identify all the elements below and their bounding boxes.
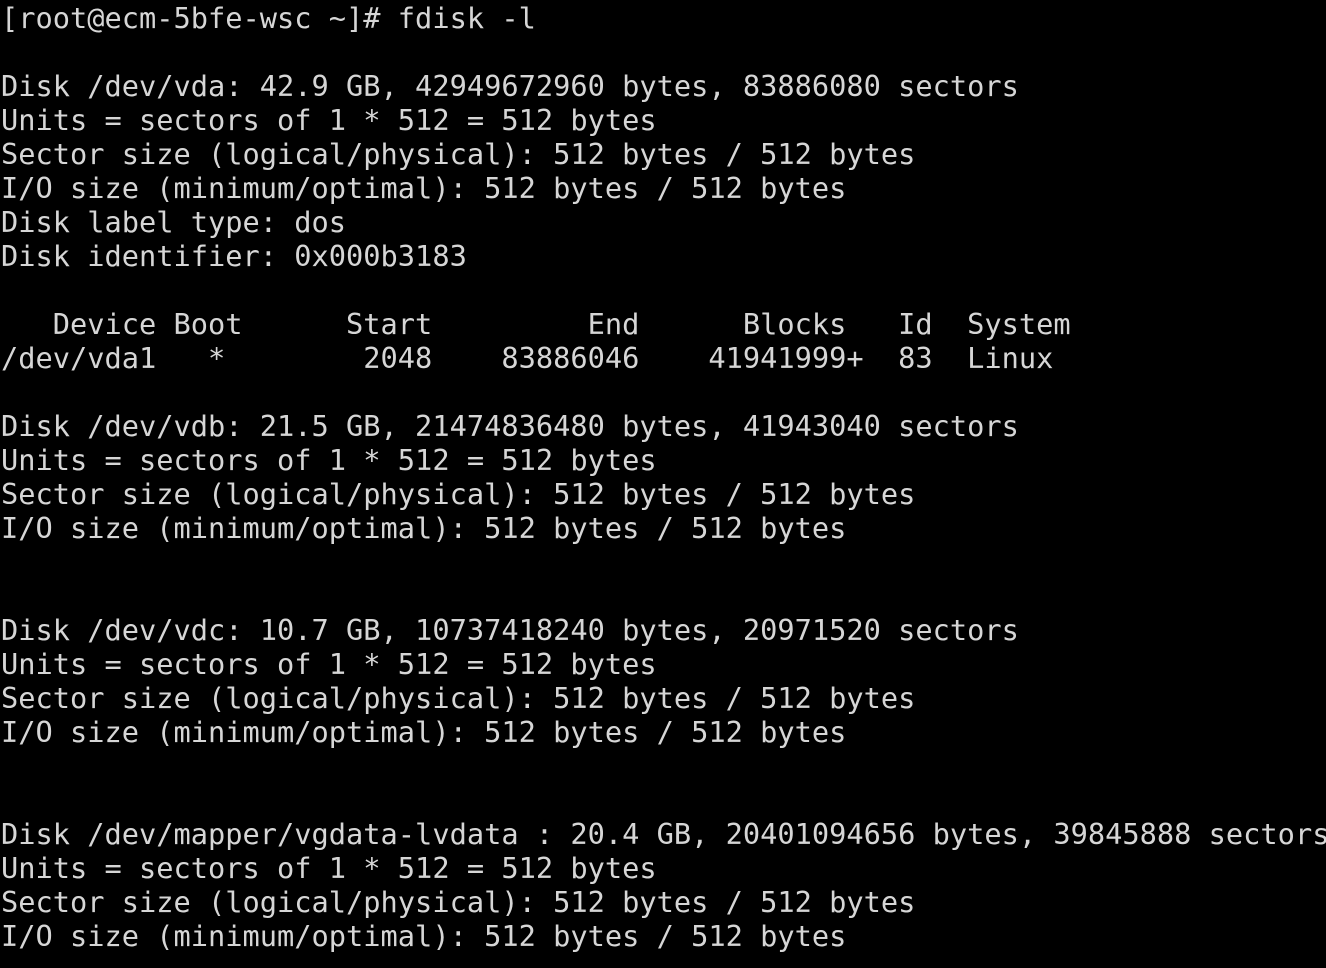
terminal-line: /dev/vda1 * 2048 83886046 41941999+ 83 L…: [1, 341, 1326, 375]
terminal-line: Units = sectors of 1 * 512 = 512 bytes: [1, 647, 1326, 681]
terminal-line: Sector size (logical/physical): 512 byte…: [1, 477, 1326, 511]
terminal-line: Sector size (logical/physical): 512 byte…: [1, 681, 1326, 715]
terminal-line: Disk /dev/vda: 42.9 GB, 42949672960 byte…: [1, 69, 1326, 103]
terminal-prompt-line: [root@ecm-5bfe-wsc ~]# fdisk -l: [1, 1, 1326, 35]
terminal-line: [1, 545, 1326, 579]
terminal-line: Disk /dev/vdc: 10.7 GB, 10737418240 byte…: [1, 613, 1326, 647]
terminal-line: I/O size (minimum/optimal): 512 bytes / …: [1, 919, 1326, 953]
terminal-line: [1, 579, 1326, 613]
terminal-line: Units = sectors of 1 * 512 = 512 bytes: [1, 103, 1326, 137]
terminal-line: Units = sectors of 1 * 512 = 512 bytes: [1, 443, 1326, 477]
terminal-line: Device Boot Start End Blocks Id System: [1, 307, 1326, 341]
terminal-line: Sector size (logical/physical): 512 byte…: [1, 137, 1326, 171]
terminal-line: Units = sectors of 1 * 512 = 512 bytes: [1, 851, 1326, 885]
terminal-line: I/O size (minimum/optimal): 512 bytes / …: [1, 715, 1326, 749]
terminal-line: Disk /dev/mapper/vgdata-lvdata : 20.4 GB…: [1, 817, 1326, 851]
terminal-line: [1, 783, 1326, 817]
terminal-output-buffer[interactable]: [root@ecm-5bfe-wsc ~]# fdisk -l Disk /de…: [0, 0, 1326, 953]
terminal-line: [1, 35, 1326, 69]
terminal-line: Disk /dev/vdb: 21.5 GB, 21474836480 byte…: [1, 409, 1326, 443]
terminal-line: Disk identifier: 0x000b3183: [1, 239, 1326, 273]
terminal-line: Sector size (logical/physical): 512 byte…: [1, 885, 1326, 919]
terminal-line: I/O size (minimum/optimal): 512 bytes / …: [1, 511, 1326, 545]
terminal-window[interactable]: [root@ecm-5bfe-wsc ~]# fdisk -l Disk /de…: [0, 0, 1326, 968]
terminal-line: [1, 273, 1326, 307]
terminal-line: Disk label type: dos: [1, 205, 1326, 239]
terminal-line: I/O size (minimum/optimal): 512 bytes / …: [1, 171, 1326, 205]
terminal-line: [1, 375, 1326, 409]
terminal-line: [1, 749, 1326, 783]
